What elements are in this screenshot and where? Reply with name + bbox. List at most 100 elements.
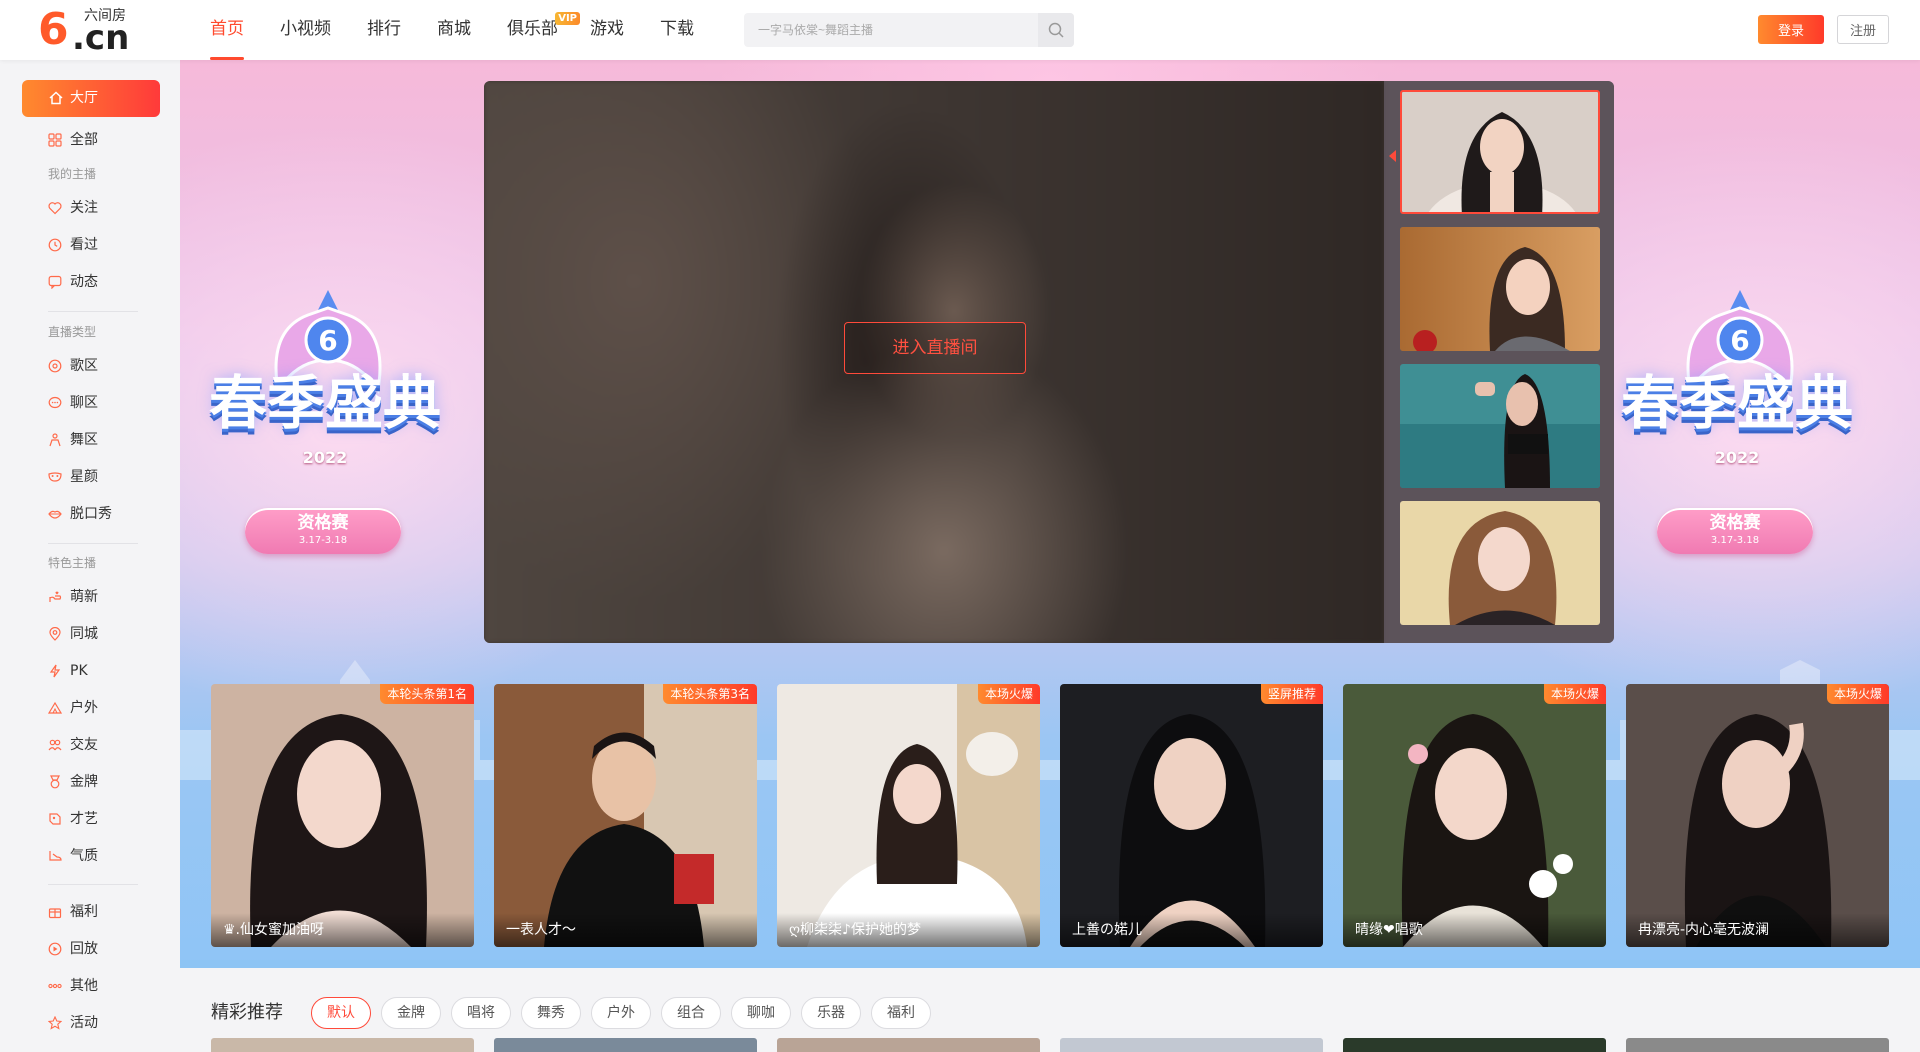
sidebar-item-welfare[interactable]: 福利 (22, 898, 160, 926)
featured-card[interactable]: 本场火爆 ღ柳柒柒♪保护她的梦 (777, 684, 1040, 947)
sidebar-item-others[interactable]: 其他 (22, 972, 160, 1000)
spring-festival-badge-right[interactable]: 6 春季盛典 2022 资格赛 3.17-3.18 (1602, 290, 1872, 580)
nav-home[interactable]: 首页 (210, 0, 244, 60)
live-player[interactable]: 进入直播间 (484, 81, 1614, 643)
recommend-tabs: 默认 金牌 唱将 舞秀 户外 组合 聊咖 乐器 福利 (311, 997, 941, 1029)
nav-label: 首页 (210, 19, 244, 39)
qualifier-pill: 资格赛 3.17-3.18 (245, 508, 401, 554)
sidebar-item-star-face[interactable]: 星颜 (22, 463, 160, 491)
recommend-card[interactable] (777, 1038, 1040, 1052)
search-icon (1048, 22, 1064, 38)
tab-outdoor[interactable]: 户外 (591, 997, 651, 1029)
register-button[interactable]: 注册 (1837, 15, 1889, 44)
nav-label: 下载 (660, 19, 694, 39)
nav-download[interactable]: 下载 (660, 0, 694, 60)
lightning-icon (49, 664, 61, 678)
sidebar-item-label: 才艺 (70, 811, 98, 827)
sidebar-item-label: 金牌 (70, 774, 98, 790)
sidebar-item-sing[interactable]: 歌区 (22, 352, 160, 380)
sidebar-divider (48, 311, 138, 312)
sidebar-item-newbie[interactable]: 萌新 (22, 583, 160, 611)
active-thumbnail-indicator (1389, 150, 1396, 162)
logo-mark: 6 (38, 4, 69, 55)
gift-icon (48, 908, 62, 919)
tab-dance-show[interactable]: 舞秀 (521, 997, 581, 1029)
anchor-thumbnail[interactable] (1400, 501, 1600, 625)
featured-card[interactable]: 本场火爆 晴缘❤唱歌 (1343, 684, 1606, 947)
login-button[interactable]: 登录 (1758, 15, 1824, 44)
site-logo[interactable]: 6 .cn 六间房 (38, 4, 138, 57)
music-disc-icon (48, 359, 62, 373)
featured-card[interactable]: 竖屏推荐 上善の婼儿 (1060, 684, 1323, 947)
sidebar-item-friends[interactable]: 交友 (22, 731, 160, 759)
sidebar-item-label: 回放 (70, 941, 98, 957)
sidebar-item-activities[interactable]: 活动 (22, 1009, 160, 1037)
anchor-photo (1343, 684, 1606, 947)
tab-default[interactable]: 默认 (311, 997, 371, 1029)
sidebar-item-label: 活动 (70, 1015, 98, 1031)
sidebar-item-dynamics[interactable]: 动态 (22, 268, 160, 296)
sidebar-item-label: 全部 (70, 132, 98, 148)
qualifier-label: 资格赛 (297, 513, 349, 533)
nav-short-video[interactable]: 小视频 (280, 0, 331, 60)
sidebar-heading-featured: 特色主播 (48, 556, 97, 570)
sidebar-divider (48, 543, 138, 544)
sidebar-heading-my-anchors: 我的主播 (48, 167, 97, 181)
anchor-thumbnail[interactable] (1400, 227, 1600, 351)
sidebar-item-talk-show[interactable]: 脱口秀 (22, 500, 160, 528)
sidebar-item-dance[interactable]: 舞区 (22, 426, 160, 454)
featured-card[interactable]: 本轮头条第3名 一表人才～ (494, 684, 757, 947)
recommend-card[interactable] (494, 1038, 757, 1052)
sidebar-item-gold[interactable]: 金牌 (22, 768, 160, 796)
sidebar-item-label: 其他 (70, 978, 98, 994)
sidebar-item-replay[interactable]: 回放 (22, 935, 160, 963)
tab-gold[interactable]: 金牌 (381, 997, 441, 1029)
location-pin-icon (49, 627, 61, 641)
nav-label: 小视频 (280, 19, 331, 39)
sidebar-item-follow[interactable]: 关注 (22, 194, 160, 222)
sidebar-item-chat[interactable]: 聊区 (22, 389, 160, 417)
sidebar-item-outdoor[interactable]: 户外 (22, 694, 160, 722)
recommend-card[interactable] (1626, 1038, 1889, 1052)
logo-domain: .cn (72, 18, 130, 58)
sidebar-item-pk[interactable]: PK (22, 657, 160, 685)
sidebar-item-label: 星颜 (70, 469, 98, 485)
hero-banner: 6 春季盛典 2022 资格赛 3.17-3.18 6 春季盛典 2022 资格… (180, 60, 1920, 968)
sidebar-item-label: 同城 (70, 626, 98, 642)
anchor-photo (1626, 684, 1889, 947)
anchor-photo (211, 684, 474, 947)
tab-chat[interactable]: 聊咖 (731, 997, 791, 1029)
anchor-photo (1400, 364, 1600, 488)
tab-welfare[interactable]: 福利 (871, 997, 931, 1029)
search-button[interactable] (1038, 13, 1074, 47)
sidebar-item-same-city[interactable]: 同城 (22, 620, 160, 648)
spring-festival-badge-left[interactable]: 6 春季盛典 2022 资格赛 3.17-3.18 (190, 290, 460, 580)
sidebar-item-talent[interactable]: 才艺 (22, 805, 160, 833)
main-nav: 首页 小视频 排行 商城 俱乐部 VIP 游戏 下载 (210, 0, 730, 60)
nav-mall[interactable]: 商城 (437, 0, 471, 60)
enter-live-room-button[interactable]: 进入直播间 (844, 322, 1026, 374)
anchor-thumbnail[interactable] (1400, 90, 1600, 214)
recommend-card[interactable] (1343, 1038, 1606, 1052)
message-icon (48, 275, 62, 289)
dancer-icon (49, 433, 61, 447)
anchor-thumbnail[interactable] (1400, 364, 1600, 488)
recommend-card[interactable] (1060, 1038, 1323, 1052)
sidebar-item-history[interactable]: 看过 (22, 231, 160, 259)
nav-club[interactable]: 俱乐部 VIP (507, 0, 580, 60)
featured-card[interactable]: 本场火爆 冉漂亮-内心毫无波澜 (1626, 684, 1889, 947)
sidebar-item-hall[interactable]: 大厅 (22, 80, 160, 117)
recommend-card[interactable] (211, 1038, 474, 1052)
sidebar-item-all[interactable]: 全部 (22, 126, 160, 154)
chat-bubble-icon (48, 396, 62, 409)
featured-card[interactable]: 本轮头条第1名 ♛.仙女蜜加油呀 (211, 684, 474, 947)
nav-games[interactable]: 游戏 (590, 0, 624, 60)
tab-group[interactable]: 组合 (661, 997, 721, 1029)
card-anchor-name: ♛.仙女蜜加油呀 (211, 913, 474, 947)
nav-ranking[interactable]: 排行 (367, 0, 401, 60)
sidebar-item-temperament[interactable]: 气质 (22, 842, 160, 870)
tab-singer[interactable]: 唱将 (451, 997, 511, 1029)
tab-instrument[interactable]: 乐器 (801, 997, 861, 1029)
card-tag: 本轮头条第3名 (663, 684, 757, 704)
search-input[interactable] (744, 13, 1040, 47)
